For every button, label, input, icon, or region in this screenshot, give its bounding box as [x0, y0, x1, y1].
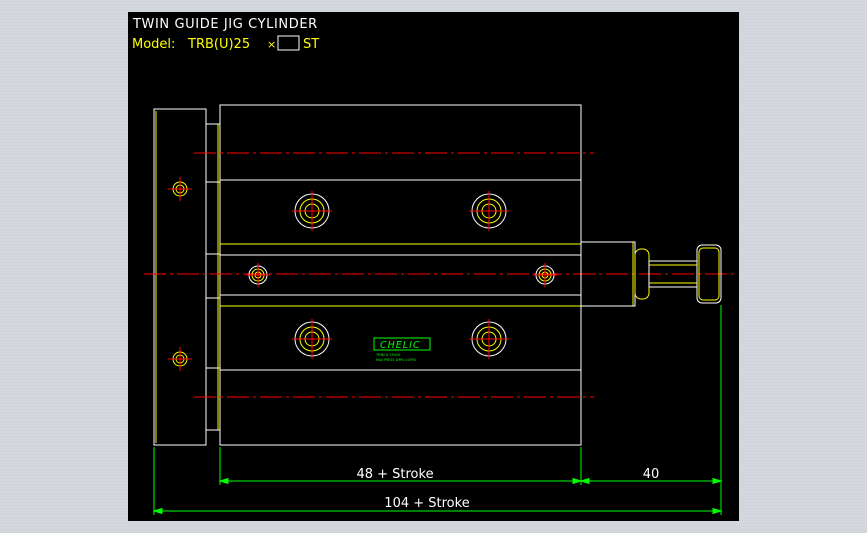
arrow — [712, 477, 723, 485]
arrow — [579, 477, 590, 485]
end-plate — [153, 108, 207, 446]
air-port-right — [533, 263, 557, 287]
arrow — [218, 477, 229, 485]
plate-hole-upper — [168, 177, 192, 201]
model-stroke-box — [277, 35, 300, 51]
nameplate-line-1: TRB(U) 25x50 — [375, 353, 400, 357]
dimension-lines — [152, 305, 723, 515]
model-label: Model: — [132, 37, 175, 52]
dimension-body-length: 48 + Stroke — [356, 467, 433, 482]
drawing-canvas: TWIN GUIDE JIG CYLINDER Model: TRB(U)25 … — [132, 17, 734, 515]
plate-hole-lower — [168, 347, 192, 371]
counterbore-hole-top-left — [292, 191, 332, 231]
model-times-sign: × — [267, 38, 276, 51]
dimension-overall-length: 104 + Stroke — [384, 496, 469, 511]
nameplate-line-2: MAX PRESS 1MPa 145PSI — [376, 358, 416, 362]
air-port-left — [246, 263, 270, 287]
arrow — [712, 507, 723, 515]
chelic-nameplate: CHELIC TRB(U) 25x50 MAX PRESS 1MPa 145PS… — [373, 337, 431, 362]
centerlines — [144, 152, 734, 398]
counterbore-hole-bottom-left — [292, 319, 332, 359]
counterbore-hole-bottom-right — [469, 319, 509, 359]
dimension-rod-extension: 40 — [643, 467, 660, 482]
cad-viewport[interactable]: TWIN GUIDE JIG CYLINDER Model: TRB(U)25 … — [128, 12, 739, 521]
model-code: TRB(U)25 — [187, 37, 250, 52]
arrow — [152, 507, 163, 515]
nameplate-brand: CHELIC — [380, 340, 421, 351]
drawing-title: TWIN GUIDE JIG CYLINDER — [132, 17, 318, 32]
counterbore-hole-top-right — [469, 191, 509, 231]
model-suffix: ST — [303, 37, 319, 52]
cylinder-body — [219, 104, 582, 446]
